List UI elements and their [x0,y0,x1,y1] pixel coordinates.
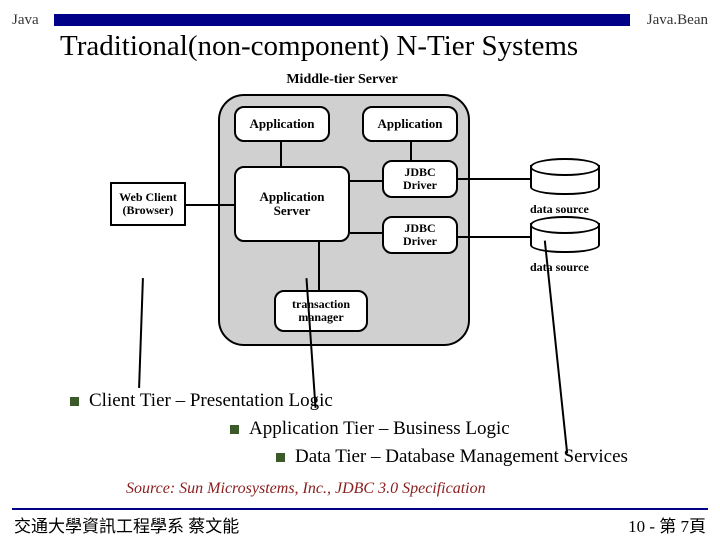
bullet-dot-icon [70,397,79,406]
source-citation: Source: Sun Microsystems, Inc., JDBC 3.0… [126,480,486,498]
txn-line2: manager [298,311,343,324]
jdbc-driver-box-2: JDBC Driver [382,216,458,254]
bullet-app-tier: Application Tier – Business Logic [230,418,710,440]
middle-tier-title: Middle-tier Server [232,72,452,88]
footer-left-text: 交通大學資訊工程學系 蔡文能 [14,512,239,537]
connector-app2-jdbc1 [410,142,412,160]
bullet-data-tier: Data Tier – Database Management Services [276,446,710,468]
app-server-line1: Application [259,190,324,204]
jdbc1-line2: Driver [403,179,437,192]
bullet-dot-icon [276,453,285,462]
connector-server-jdbc2 [350,232,382,234]
application-box-1: Application [234,106,330,142]
data-source-cylinder-2 [530,216,600,258]
footer-divider [12,508,708,510]
connector-jdbc2-db2 [458,236,530,238]
bullet-app-text: Application Tier – Business Logic [249,418,510,440]
connector-server-txn [318,242,320,290]
bullet-client-tier: Client Tier – Presentation Logic [70,390,710,412]
header-divider-bar [54,14,630,26]
web-client-line2: (Browser) [122,204,173,217]
data-source-label-2: data source [530,260,589,275]
transaction-manager-box: transaction manager [274,290,368,332]
tier-bullet-list: Client Tier – Presentation Logic Applica… [70,390,710,474]
application-box-2: Application [362,106,458,142]
header-left-label: Java [12,12,39,29]
slide-title: Traditional(non-component) N-Tier System… [60,30,710,63]
connector-jdbc1-db1 [458,178,530,180]
bullet-data-text: Data Tier – Database Management Services [295,446,628,468]
app-server-line2: Server [274,204,311,218]
header-right-label: Java.Bean [647,12,708,29]
jdbc-driver-box-1: JDBC Driver [382,160,458,198]
footer-page-number: 10 - 第 7頁 [628,512,706,537]
bullet-dot-icon [230,425,239,434]
bullet-client-text: Client Tier – Presentation Logic [89,390,333,412]
data-source-cylinder-1 [530,158,600,200]
connector-client-server [186,204,234,206]
architecture-diagram: Middle-tier Server Web Client (Browser) … [110,72,620,347]
connector-app1-server [280,142,282,166]
data-source-label-1: data source [530,202,589,217]
jdbc2-line2: Driver [403,235,437,248]
application-server-box: Application Server [234,166,350,242]
connector-server-jdbc1 [350,180,382,182]
web-client-box: Web Client (Browser) [110,182,186,226]
